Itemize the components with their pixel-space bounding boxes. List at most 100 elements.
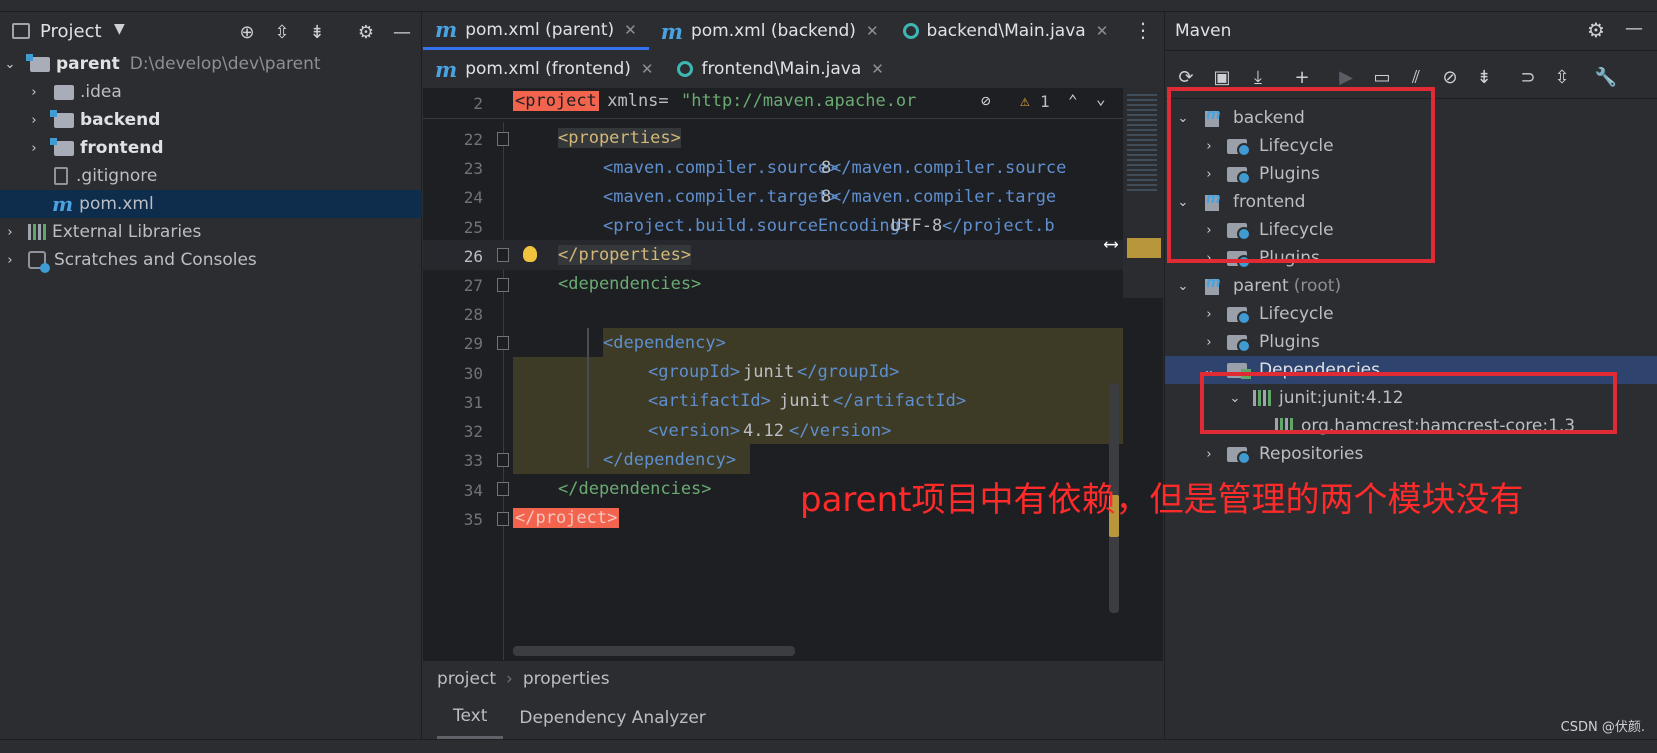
module-folder-icon (50, 137, 74, 156)
tree-item-suffix: (root) (1293, 276, 1342, 296)
code-line: </project> (513, 508, 620, 528)
show-diagram-icon[interactable]: ⇳ (1549, 64, 1575, 90)
chevron-down-icon[interactable]: ⌄ (1175, 279, 1191, 294)
lifecycle-folder-icon (1227, 305, 1251, 325)
tree-item-pom-xml[interactable]: m pom.xml (0, 190, 422, 218)
tree-item-label: External Libraries (52, 222, 202, 242)
line-number: 25 (463, 218, 483, 237)
scratches-icon (28, 251, 50, 273)
chevron-down-icon[interactable]: ▼ (114, 21, 125, 37)
warning-icon[interactable]: ⚠ (1020, 91, 1030, 110)
code-tag: </groupId> (797, 362, 900, 382)
gear-icon[interactable]: ⚙ (1587, 18, 1605, 42)
tab-label: frontend\Main.java (701, 59, 862, 79)
minimize-icon[interactable]: — (390, 20, 414, 44)
repositories-folder-icon (1227, 445, 1251, 465)
minimize-icon[interactable]: — (1625, 18, 1643, 39)
fold-icon[interactable] (497, 336, 509, 350)
annotation-box (1167, 87, 1435, 263)
chevron-right-icon[interactable]: › (26, 141, 42, 156)
tree-item-backend[interactable]: › backend (0, 106, 422, 134)
tree-item-label: backend (80, 110, 161, 130)
locate-icon[interactable]: ⊕ (235, 20, 259, 44)
tab-dependency-analyzer[interactable]: Dependency Analyzer (503, 696, 721, 739)
maven-node-plugins[interactable]: › Plugins (1165, 328, 1657, 356)
tree-item-scratches[interactable]: › Scratches and Consoles (0, 246, 422, 274)
fold-icon[interactable] (497, 453, 509, 467)
line-number: 35 (463, 510, 483, 529)
chevron-down-icon[interactable]: ⌄ (1096, 89, 1106, 108)
chevron-down-icon[interactable]: ⌄ (2, 57, 18, 72)
skip-tests-icon[interactable]: ⊘ (1437, 64, 1463, 90)
maven-node-lifecycle[interactable]: › Lifecycle (1165, 300, 1657, 328)
maven-project-parent[interactable]: ⌄ parent (root) (1165, 272, 1657, 300)
tab-pom-frontend[interactable]: m pom.xml (frontend) ✕ (423, 50, 665, 88)
tree-item-idea[interactable]: › .idea (0, 78, 422, 106)
tab-pom-parent[interactable]: m pom.xml (parent) ✕ (423, 12, 649, 50)
editor-bottom-tabs: Text Dependency Analyzer (423, 696, 1163, 739)
project-panel-title[interactable]: Project (40, 21, 102, 42)
close-icon[interactable]: ✕ (866, 22, 879, 40)
tab-text[interactable]: Text (437, 696, 504, 739)
folder-icon (54, 84, 74, 100)
chevron-right-icon[interactable]: › (2, 253, 18, 268)
chevron-right-icon[interactable]: › (1201, 335, 1217, 350)
tree-item-frontend[interactable]: › frontend (0, 134, 422, 162)
gear-icon[interactable]: ⚙ (354, 20, 378, 44)
line-number: 30 (463, 364, 483, 383)
fold-icon[interactable] (497, 512, 509, 526)
close-icon[interactable]: ✕ (641, 60, 654, 78)
minimap[interactable] (1123, 88, 1163, 298)
more-tabs-icon[interactable]: ⋮ (1133, 18, 1153, 42)
annotation-text: parent项目中有依赖，但是管理的两个模块没有 (800, 480, 1524, 520)
maven-node-repositories[interactable]: › Repositories (1165, 440, 1657, 468)
wrench-icon[interactable]: 🔧 (1593, 64, 1619, 90)
editor-tab-row-1: m pom.xml (parent) ✕ m pom.xml (backend)… (423, 12, 1163, 50)
close-icon[interactable]: ✕ (1096, 22, 1109, 40)
close-icon[interactable]: ✕ (871, 60, 884, 78)
code-tag: </project.b (942, 216, 1055, 236)
close-icon[interactable]: ✕ (624, 21, 637, 39)
fold-icon[interactable] (497, 482, 509, 496)
line-number: 27 (463, 276, 483, 295)
chevron-right-icon[interactable]: › (2, 225, 18, 240)
chevron-right-icon[interactable]: › (1201, 307, 1217, 322)
breadcrumb-item[interactable]: properties (523, 669, 610, 689)
hidden-eye-icon[interactable]: ⊘ (981, 91, 991, 110)
analyze-dependencies-icon[interactable]: ⊃ (1515, 64, 1541, 90)
sticky-header: 2 <project xmlns= "http://maven.apache.o… (423, 88, 1123, 118)
chevron-right-icon[interactable]: › (1201, 447, 1217, 462)
divider (1165, 50, 1657, 51)
project-view-icon[interactable] (12, 23, 30, 39)
editor-tab-row-2: m pom.xml (frontend) ✕ frontend\Main.jav… (423, 50, 1163, 88)
breadcrumb-item[interactable]: project (437, 669, 496, 689)
gutter-divider (503, 122, 504, 660)
plugins-folder-icon (1227, 333, 1251, 353)
tab-frontend-main[interactable]: frontend\Main.java ✕ (665, 50, 895, 88)
collapse-all-icon[interactable]: ⇟ (305, 20, 329, 44)
collapse-all-icon[interactable]: ⇟ (1471, 64, 1497, 90)
tree-item-parent[interactable]: ⌄ parent D:\develop\dev\parent (0, 50, 422, 78)
horizontal-scrollbar[interactable] (513, 646, 795, 656)
tree-item-external-libraries[interactable]: › External Libraries (0, 218, 422, 246)
code-text: junit (743, 362, 795, 382)
code-editor[interactable]: 2 <project xmlns= "http://maven.apache.o… (423, 88, 1163, 660)
chevron-right-icon[interactable]: › (26, 85, 42, 100)
tab-pom-backend[interactable]: m pom.xml (backend) ✕ (649, 12, 891, 50)
lightbulb-icon[interactable] (523, 246, 537, 262)
code-text: 8 (821, 187, 832, 207)
code-tag: </maven.compiler.targe (831, 187, 1057, 207)
fold-icon[interactable] (497, 132, 509, 146)
expand-all-icon[interactable]: ⇳ (270, 20, 294, 44)
tree-item-gitignore[interactable]: .gitignore (0, 162, 422, 190)
maven-panel-title: Maven (1175, 21, 1232, 41)
code-tag: <groupId> (648, 362, 741, 382)
chevron-right-icon[interactable]: › (26, 113, 42, 128)
code-line: <dependencies> (558, 274, 702, 294)
chevron-up-icon[interactable]: ⌃ (1068, 91, 1078, 110)
tree-item-label: Lifecycle (1259, 304, 1334, 324)
fold-icon[interactable] (497, 278, 509, 292)
tab-backend-main[interactable]: backend\Main.java ✕ (891, 12, 1121, 50)
code-tag: <artifactId> (648, 391, 771, 411)
fold-icon[interactable] (497, 248, 509, 262)
